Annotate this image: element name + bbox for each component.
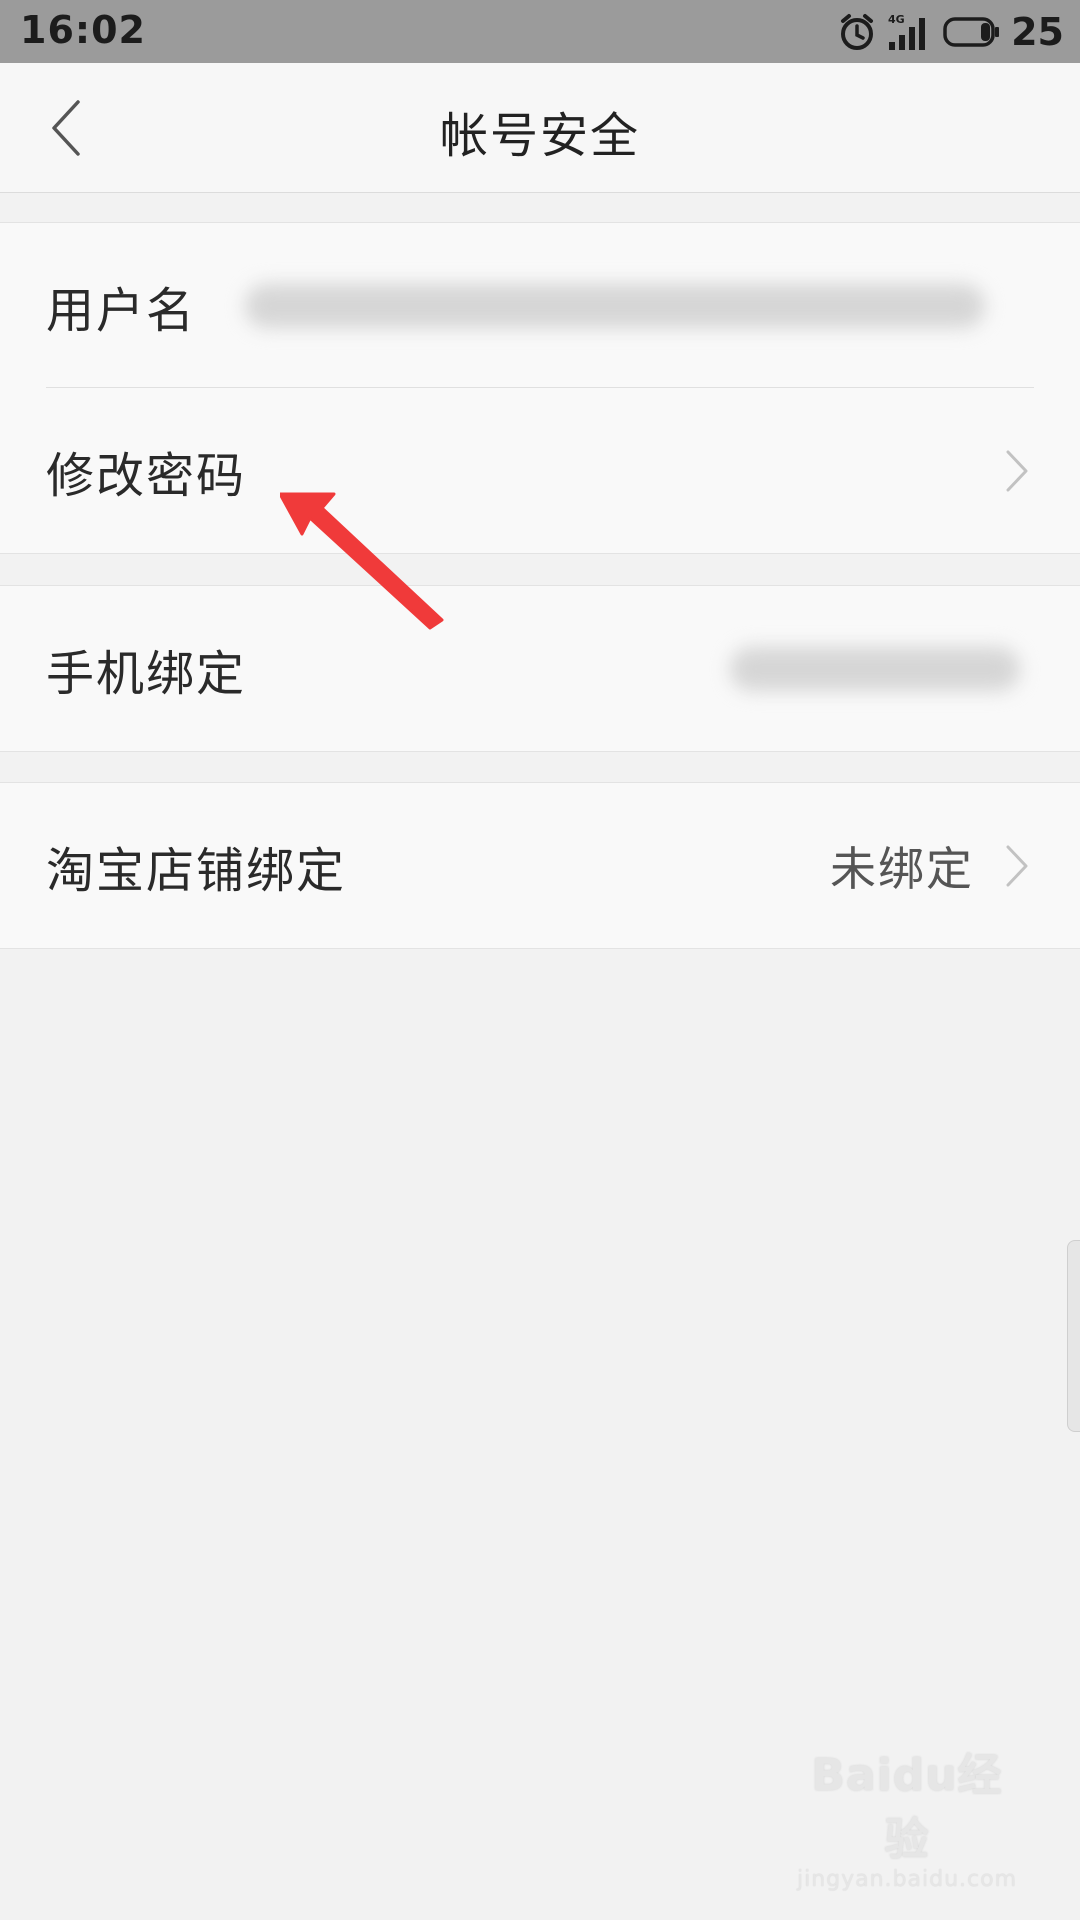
taobao-binding-status: 未绑定 [830, 841, 974, 896]
change-password-label: 修改密码 [46, 447, 247, 504]
status-time: 16:02 [20, 8, 146, 52]
watermark-url: jingyan.baidu.com [796, 1867, 1018, 1892]
alarm-icon [837, 12, 877, 52]
status-icons: 4G 25 [837, 0, 1064, 63]
phone-binding-row[interactable]: 手机绑定 [0, 586, 1080, 751]
scroll-handle[interactable] [1067, 1240, 1080, 1432]
username-label: 用户名 [46, 282, 197, 339]
page-title: 帐号安全 [439, 108, 640, 164]
battery-level: 25 [1011, 9, 1064, 54]
change-password-row[interactable]: 修改密码 [0, 388, 1080, 553]
username-row: 用户名 [0, 223, 1080, 388]
battery-icon [943, 16, 1001, 48]
username-value-redacted [245, 283, 985, 328]
phone-section: 手机绑定 [0, 585, 1080, 752]
chevron-right-icon [1006, 845, 1028, 886]
baidu-watermark: Baidu经验 jingyan.baidu.com [792, 1739, 1022, 1892]
phone-binding-label: 手机绑定 [46, 645, 247, 702]
watermark-logo: Baidu经验 [811, 1750, 1003, 1865]
header-bar: 帐号安全 [0, 63, 1080, 193]
signal-icon: 4G [887, 12, 933, 52]
taobao-binding-row[interactable]: 淘宝店铺绑定 未绑定 [0, 783, 1080, 948]
annotation-arrow [280, 492, 444, 630]
account-section: 用户名 修改密码 [0, 222, 1080, 554]
taobao-section: 淘宝店铺绑定 未绑定 [0, 782, 1080, 949]
chevron-right-icon [1006, 450, 1028, 491]
taobao-binding-label: 淘宝店铺绑定 [46, 842, 347, 899]
status-bar: 16:02 4G 25 [0, 0, 1080, 63]
phone-number-redacted [730, 646, 1020, 691]
network-type-label: 4G [888, 13, 905, 26]
